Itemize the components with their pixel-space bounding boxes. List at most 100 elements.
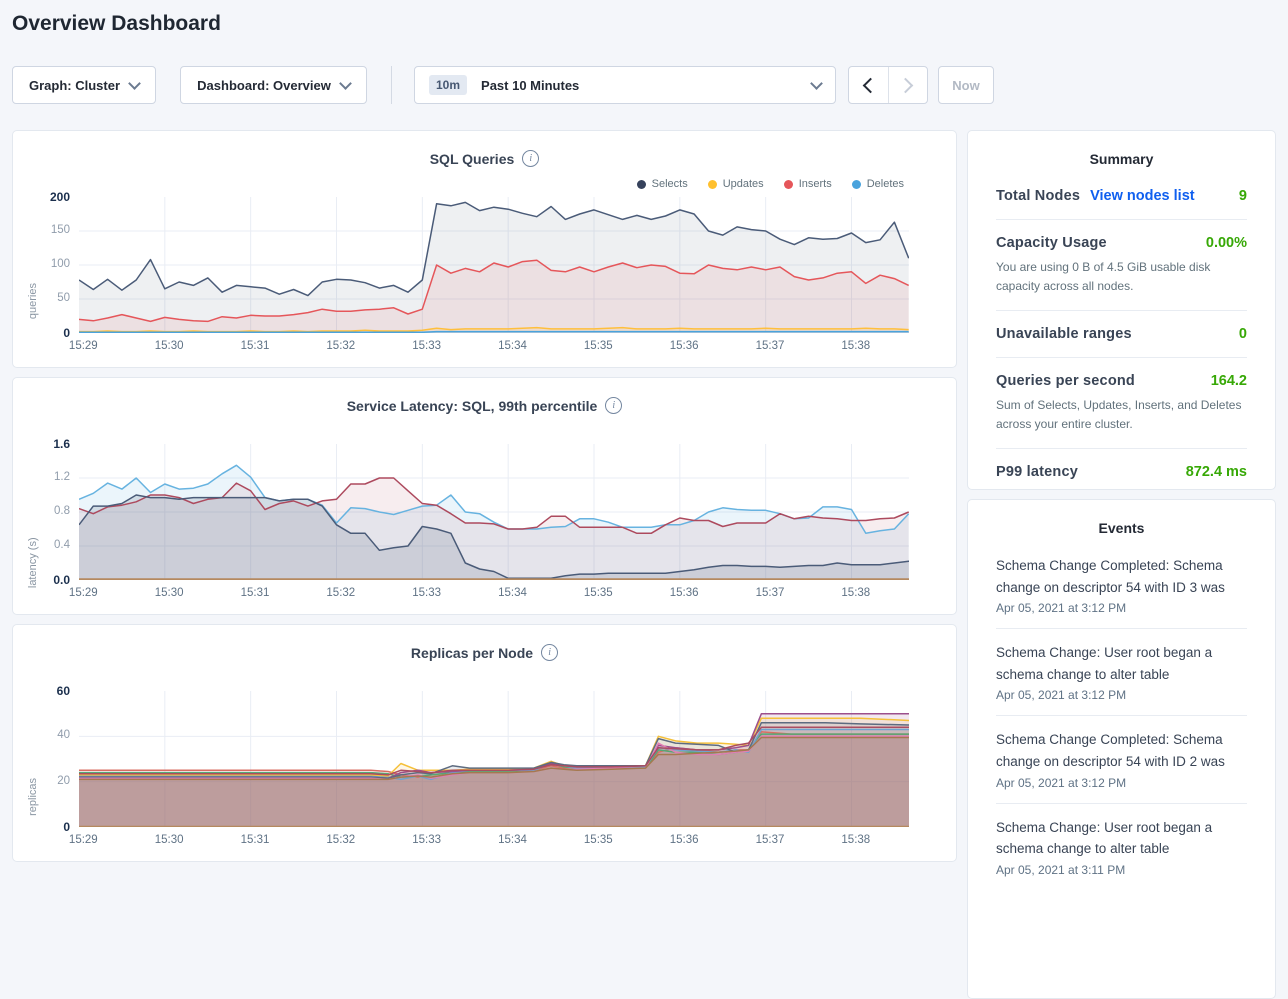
chart-plot-area[interactable]: latency (s)0.00.40.81.21.615:2915:3015:3… [79, 444, 909, 580]
summary-row-label: Unavailable ranges [996, 326, 1132, 342]
summary-row-unavailable-ranges: Unavailable ranges 0 [996, 311, 1247, 358]
summary-row-value: 0.00% [1206, 235, 1247, 251]
event-message: Schema Change: User root began a schema … [996, 817, 1247, 860]
time-range-label: Past 10 Minutes [481, 78, 579, 93]
event-timestamp: Apr 05, 2021 at 3:11 PM [996, 863, 1247, 877]
y-axis-tick-label: 20 [57, 775, 70, 787]
y-axis-tick-label: 150 [51, 224, 70, 236]
chart-plot-area[interactable]: replicas020406015:2915:3015:3115:3215:33… [79, 691, 909, 827]
summary-row-description: Sum of Selects, Updates, Inserts, and De… [996, 396, 1247, 433]
x-axis-tick-label: 15:38 [841, 587, 870, 599]
chevron-down-icon [128, 77, 141, 90]
event-message: Schema Change Completed: Schema change o… [996, 555, 1247, 598]
event-item: Schema Change: User root began a schema … [996, 804, 1247, 890]
summary-panel: Summary Total Nodes View nodes list 9 Ca… [967, 130, 1276, 490]
y-axis-tick-label: 1.6 [53, 437, 70, 451]
chart-plot-area[interactable]: queries05010015020015:2915:3015:3115:321… [79, 197, 909, 333]
event-item: Schema Change: User root began a schema … [996, 629, 1247, 716]
y-axis-tick-label: 200 [50, 190, 70, 204]
summary-title: Summary [996, 131, 1247, 173]
x-axis-tick-label: 15:36 [670, 587, 699, 599]
chevron-right-icon [898, 77, 914, 93]
chart-legend: SelectsUpdatesInsertsDeletes [637, 178, 904, 190]
service-latency-chart-panel: Service Latency: SQL, 99th percentile i … [12, 377, 957, 615]
event-timestamp: Apr 05, 2021 at 3:12 PM [996, 776, 1247, 790]
x-axis-tick-label: 15:37 [756, 587, 785, 599]
chevron-left-icon [862, 77, 878, 93]
dashboard-dropdown[interactable]: Dashboard: Overview [180, 66, 367, 104]
event-timestamp: Apr 05, 2021 at 3:12 PM [996, 601, 1247, 615]
dashboard-dropdown-label: Dashboard: Overview [197, 78, 331, 93]
previous-time-button[interactable] [849, 67, 888, 103]
chevron-down-icon [339, 77, 352, 90]
summary-row-label: P99 latency [996, 464, 1078, 480]
summary-row-description: You are using 0 B of 4.5 GiB usable disk… [996, 258, 1247, 295]
chart-title: Replicas per Node [411, 645, 533, 661]
x-axis-tick-label: 15:30 [155, 834, 184, 846]
graph-dropdown[interactable]: Graph: Cluster [12, 66, 156, 104]
summary-row-p99-latency: P99 latency 872.4 ms [996, 449, 1247, 495]
x-axis-tick-label: 15:31 [241, 834, 270, 846]
y-axis-unit-label: replicas [27, 778, 39, 816]
x-axis-tick-label: 15:35 [584, 587, 613, 599]
x-axis-tick-label: 15:34 [498, 587, 527, 599]
summary-row-value: 9 [1239, 188, 1247, 204]
y-axis-tick-label: 0.8 [54, 505, 70, 517]
view-nodes-list-link[interactable]: View nodes list [1090, 188, 1195, 204]
info-icon[interactable]: i [541, 644, 558, 661]
next-time-button[interactable] [888, 67, 928, 103]
y-axis-tick-label: 50 [57, 292, 70, 304]
x-axis-tick-label: 15:31 [241, 340, 270, 352]
event-message: Schema Change: User root began a schema … [996, 642, 1247, 685]
chart-title: Service Latency: SQL, 99th percentile [347, 398, 598, 414]
x-axis-tick-label: 15:32 [326, 587, 355, 599]
legend-item-inserts: Inserts [784, 178, 832, 190]
x-axis-tick-label: 15:29 [69, 587, 98, 599]
x-axis-tick-label: 15:34 [498, 834, 527, 846]
legend-item-deletes: Deletes [852, 178, 904, 190]
event-message: Schema Change Completed: Schema change o… [996, 729, 1247, 772]
x-axis-tick-label: 15:36 [670, 834, 699, 846]
replicas-per-node-chart-panel: Replicas per Node i replicas020406015:29… [12, 624, 957, 862]
toolbar-divider [391, 66, 392, 104]
y-axis-tick-label: 100 [51, 258, 70, 270]
y-axis-unit-label: queries [27, 283, 39, 319]
now-button-label: Now [952, 78, 979, 93]
y-axis-tick-label: 0.0 [53, 573, 70, 587]
time-range-picker[interactable]: 10m Past 10 Minutes [414, 66, 836, 104]
time-range-badge: 10m [429, 75, 467, 95]
x-axis-tick-label: 15:33 [412, 587, 441, 599]
x-axis-tick-label: 15:35 [584, 834, 613, 846]
event-item: Schema Change Completed: Schema change o… [996, 542, 1247, 629]
legend-dot-icon [784, 180, 793, 189]
graph-dropdown-label: Graph: Cluster [29, 78, 120, 93]
legend-dot-icon [637, 180, 646, 189]
y-axis-tick-label: 40 [57, 729, 70, 741]
x-axis-tick-label: 15:32 [326, 834, 355, 846]
legend-item-updates: Updates [708, 178, 764, 190]
y-axis-tick-label: 0.4 [54, 539, 70, 551]
events-title: Events [996, 500, 1247, 542]
x-axis-tick-label: 15:36 [670, 340, 699, 352]
y-axis-tick-label: 1.2 [54, 471, 70, 483]
info-icon[interactable]: i [605, 397, 622, 414]
x-axis-tick-label: 15:30 [155, 587, 184, 599]
x-axis-tick-label: 15:31 [241, 587, 270, 599]
y-axis-unit-label: latency (s) [27, 537, 39, 588]
legend-dot-icon [852, 180, 861, 189]
events-panel: Events Schema Change Completed: Schema c… [967, 499, 1276, 999]
sql-queries-chart-panel: SQL Queries i SelectsUpdatesInsertsDelet… [12, 130, 957, 368]
now-button[interactable]: Now [938, 66, 994, 104]
summary-row-label: Queries per second [996, 373, 1135, 389]
summary-row-capacity-usage: Capacity Usage 0.00% You are using 0 B o… [996, 220, 1247, 311]
event-timestamp: Apr 05, 2021 at 3:12 PM [996, 688, 1247, 702]
summary-row-value: 0 [1239, 326, 1247, 342]
event-item: Schema Change Completed: Schema change o… [996, 716, 1247, 803]
x-axis-tick-label: 15:33 [412, 340, 441, 352]
summary-row-label: Capacity Usage [996, 235, 1107, 251]
summary-row-value: 872.4 ms [1186, 464, 1247, 480]
x-axis-tick-label: 15:34 [498, 340, 527, 352]
x-axis-tick-label: 15:29 [69, 340, 98, 352]
info-icon[interactable]: i [522, 150, 539, 167]
y-axis-tick-label: 0 [63, 820, 70, 834]
